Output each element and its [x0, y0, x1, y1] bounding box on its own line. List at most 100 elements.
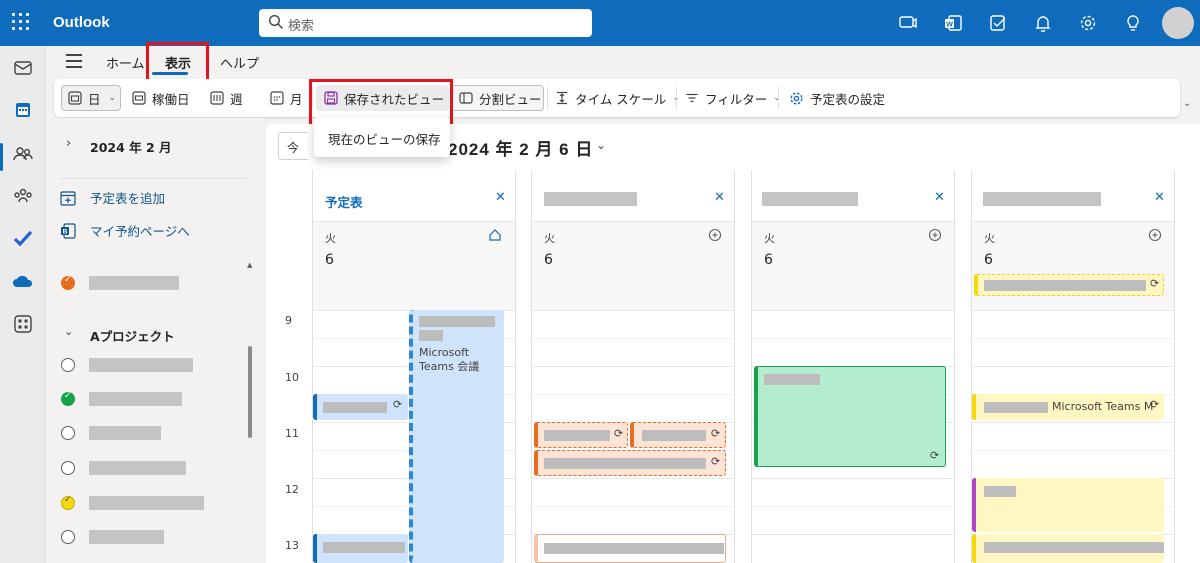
to-do-check-icon[interactable]	[11, 226, 35, 250]
calendar-list-item[interactable]	[61, 530, 164, 544]
calendar-checkbox[interactable]: ✓	[61, 391, 75, 406]
calendar-list-item[interactable]	[61, 461, 186, 475]
week-label: 週	[230, 91, 243, 107]
calendar-list-item[interactable]: ✓	[61, 275, 179, 290]
filter-button[interactable]: フィルター ⌄	[685, 85, 781, 111]
meet-now-icon[interactable]	[898, 13, 918, 33]
month-icon	[270, 91, 284, 105]
mail-icon[interactable]	[11, 56, 35, 80]
event-teams-meeting[interactable]: Microsoft Teams 会議	[409, 310, 504, 563]
workweek-view-button[interactable]: 稼働日	[132, 85, 190, 111]
column-name-redacted	[544, 192, 637, 206]
add-circle-icon[interactable]	[928, 228, 942, 242]
event-tentative[interactable]: ⟳	[534, 422, 628, 448]
split-view-button[interactable]: 分割ビュー	[450, 85, 544, 111]
event-busy[interactable]	[972, 534, 1164, 563]
add-calendar-link[interactable]: 予定表を追加	[60, 188, 165, 207]
calendar-group-label[interactable]: Aプロジェクト	[90, 326, 175, 345]
ribbon-expand-chevron-icon[interactable]: ⌄	[1183, 98, 1191, 109]
close-icon[interactable]: ✕	[934, 190, 945, 205]
calendar-checkbox[interactable]	[61, 461, 75, 475]
ribbon-toolbar: 日 ⌄ 稼働日 週 月 保存されたビュー ⌄ 分割ビュー タイム スケール ⌄ …	[54, 79, 1180, 117]
hamburger-menu-icon[interactable]	[66, 54, 82, 68]
close-icon[interactable]: ✕	[495, 190, 506, 205]
calendar-column: ✕ 火 6 ⟳ Microsoft Teams M ⟳	[971, 170, 1175, 563]
scroll-up-arrow-icon[interactable]: ▲	[247, 261, 252, 269]
column-name-redacted	[983, 192, 1101, 206]
avatar[interactable]	[1162, 7, 1194, 39]
calendar-checkbox[interactable]	[61, 530, 75, 544]
date-title[interactable]: 2024 年 2 月 6 日	[448, 135, 593, 160]
booking-page-link[interactable]: B マイ予約ページへ	[60, 221, 190, 240]
calendar-color-dot[interactable]: ✓	[61, 275, 75, 290]
day-header: 火 6	[972, 222, 1174, 310]
add-circle-icon[interactable]	[708, 228, 722, 242]
add-calendar-icon	[60, 190, 76, 206]
calendar-column: ✕ 火 6 ⟳ ⟳ ⟳	[531, 170, 735, 563]
add-circle-icon[interactable]	[1148, 228, 1162, 242]
calendar-list-item[interactable]: ✓	[61, 391, 182, 406]
calendar-name-redacted	[89, 461, 186, 475]
event-tentative[interactable]: ⟳	[534, 450, 726, 476]
day-view-label: 日	[88, 91, 101, 107]
calendar-name-redacted	[89, 276, 179, 290]
svg-text:B: B	[63, 228, 68, 235]
groups-icon[interactable]	[11, 184, 35, 208]
event-recurring[interactable]	[313, 534, 408, 563]
calendar-list-item[interactable]	[61, 426, 161, 440]
time-scale-button[interactable]: タイム スケール ⌄	[555, 85, 680, 111]
recurring-icon: ⟳	[930, 449, 940, 462]
mini-calendar-month[interactable]: 2024 年 2 月	[90, 137, 172, 156]
chevron-down-icon[interactable]: ⌄	[64, 325, 73, 338]
search-box[interactable]: 検索	[259, 9, 592, 37]
calendar-column: ✕ 火 6 ⟳	[751, 170, 955, 563]
chevron-right-icon[interactable]: ›	[66, 136, 71, 151]
close-icon[interactable]: ✕	[1154, 190, 1165, 205]
svg-text:W: W	[946, 22, 953, 29]
chevron-down-icon[interactable]: ⌄	[596, 138, 606, 152]
calendar-name-redacted	[89, 392, 182, 406]
scrollbar[interactable]	[248, 346, 252, 438]
event-teams-meeting[interactable]: Microsoft Teams M ⟳	[972, 394, 1164, 420]
calendar-checkbox[interactable]: ✓	[61, 495, 75, 510]
more-apps-icon[interactable]	[11, 312, 35, 336]
recurring-icon: ⟳	[393, 398, 403, 411]
app-launcher-icon[interactable]	[12, 13, 32, 33]
month-view-button[interactable]: 月	[270, 85, 303, 111]
calendar-column: 予定表 ✕ 火 6 Microsoft Teams 会議 ⟳	[312, 170, 516, 563]
settings-gear-icon[interactable]	[1078, 13, 1098, 33]
event-free[interactable]	[534, 534, 726, 563]
chevron-down-icon[interactable]: ⌄	[109, 93, 117, 103]
workweek-label: 稼働日	[152, 91, 190, 107]
tab-home[interactable]: ホーム	[106, 53, 145, 72]
calendar-icon[interactable]	[11, 98, 35, 122]
calendar-list-item[interactable]	[61, 358, 193, 372]
notifications-bell-icon[interactable]	[1033, 13, 1053, 33]
save-current-view-item[interactable]: 現在のビューの保存	[328, 129, 441, 148]
week-icon	[210, 91, 224, 105]
calendar-settings-button[interactable]: 予定表の設定	[789, 85, 885, 111]
tab-help[interactable]: ヘルプ	[220, 53, 259, 72]
column-name[interactable]: 予定表	[325, 192, 363, 211]
office-word-icon[interactable]: W	[943, 13, 963, 33]
to-do-icon[interactable]	[988, 13, 1008, 33]
add-calendar-label: 予定表を追加	[90, 191, 166, 206]
onedrive-cloud-icon[interactable]	[11, 270, 35, 294]
close-icon[interactable]: ✕	[714, 190, 725, 205]
event-busy[interactable]	[972, 478, 1164, 532]
day-view-button[interactable]: 日 ⌄	[61, 85, 121, 111]
people-icon[interactable]	[11, 142, 35, 166]
today-button[interactable]: 今日	[278, 132, 308, 160]
calendar-checkbox[interactable]	[61, 426, 75, 440]
event-busy[interactable]: ⟳	[754, 366, 946, 467]
recurring-icon: ⟳	[614, 427, 624, 440]
recurring-icon: ⟳	[711, 427, 721, 440]
calendar-list-item[interactable]: ✓	[61, 495, 204, 510]
calendar-checkbox[interactable]	[61, 358, 75, 372]
event-tentative[interactable]: ⟳	[630, 422, 726, 448]
tips-lightbulb-icon[interactable]	[1123, 13, 1143, 33]
week-view-button[interactable]: 週	[210, 85, 243, 111]
weekday-label: 火	[764, 232, 775, 245]
event-all-day[interactable]: ⟳	[974, 274, 1164, 296]
event-recurring[interactable]: ⟳	[313, 394, 408, 420]
